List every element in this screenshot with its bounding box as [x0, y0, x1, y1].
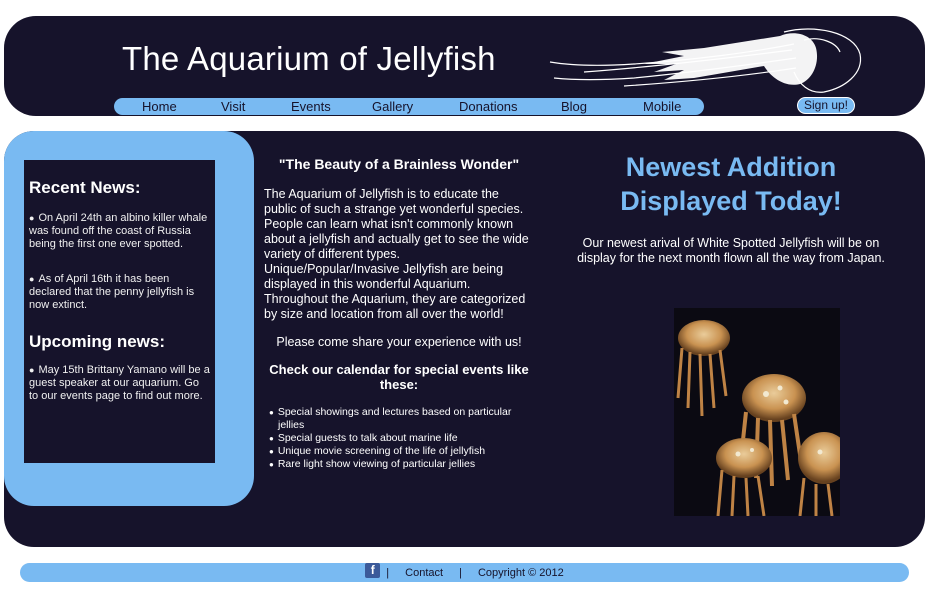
- bullet-icon: ●: [269, 447, 274, 456]
- events-list: ● Special showings and lectures based on …: [264, 406, 534, 471]
- nav-events[interactable]: Events: [291, 98, 331, 115]
- contact-link[interactable]: Contact: [405, 567, 443, 579]
- upcoming-news-heading: Upcoming news:: [29, 332, 166, 351]
- bullet-icon: ●: [269, 434, 274, 443]
- nav-gallery[interactable]: Gallery: [372, 98, 413, 115]
- news-panel: Recent News: ● On April 24th an albino ki…: [24, 160, 215, 463]
- facebook-icon[interactable]: f: [365, 563, 381, 578]
- nav-home[interactable]: Home: [142, 98, 177, 115]
- list-item: ● Rare light show viewing of particular j…: [266, 458, 534, 471]
- signup-button[interactable]: Sign up!: [797, 97, 855, 114]
- about-section: "The Beauty of a Brainless Wonder" The A…: [264, 156, 534, 471]
- bullet-icon: ●: [29, 274, 35, 284]
- bullet-icon: ●: [269, 460, 274, 469]
- footer-separator: |: [386, 567, 390, 579]
- about-title: "The Beauty of a Brainless Wonder": [278, 156, 520, 172]
- nav-mobile[interactable]: Mobile: [643, 98, 681, 115]
- bullet-icon: ●: [269, 408, 274, 417]
- news-item-text: As of April 16th it has been declared th…: [29, 273, 195, 311]
- jellyfish-logo-icon: [549, 28, 862, 93]
- share-text: Please come share your experience with u…: [276, 335, 522, 349]
- main-nav: Home Visit Events Gallery Donations Blog…: [114, 98, 704, 115]
- news-item-text: On April 24th an albino killer whale was…: [29, 212, 208, 250]
- footer-separator: |: [459, 567, 462, 579]
- list-item: ● Special showings and lectures based on …: [266, 406, 534, 432]
- jellyfish-photo: [674, 308, 840, 516]
- bullet-icon: ●: [29, 213, 35, 223]
- event-text: Special showings and lectures based on p…: [277, 406, 512, 431]
- event-text: Special guests to talk about marine life: [277, 432, 458, 444]
- site-title: The Aquarium of Jellyfish: [122, 40, 496, 77]
- event-text: Rare light show viewing of particular je…: [277, 458, 476, 470]
- nav-blog[interactable]: Blog: [561, 98, 587, 115]
- event-text: Unique movie screening of the life of je…: [277, 445, 486, 457]
- jellyfish-photo-illustration: [674, 308, 840, 516]
- site-header: The Aquarium of Jellyfish Home Visit Eve…: [4, 16, 925, 116]
- feature-text: Our newest arival of White Spotted Jelly…: [577, 236, 885, 265]
- bullet-icon: ●: [29, 365, 35, 375]
- copyright-text: Copyright © 2012: [477, 567, 564, 579]
- news-item-text: May 15th Brittany Yamano will be a guest…: [29, 364, 210, 402]
- recent-news-heading: Recent News:: [29, 178, 141, 197]
- feature-title: Newest Addition Displayed Today!: [620, 152, 842, 216]
- news-item: ● May 15th Brittany Yamano will be a gues…: [29, 364, 211, 403]
- nav-donations[interactable]: Donations: [459, 98, 518, 115]
- about-paragraph: The Aquarium of Jellyfish is to educate …: [264, 187, 529, 321]
- list-item: ● Special guests to talk about marine lif…: [266, 432, 534, 445]
- calendar-heading: Check our calendar for special events li…: [269, 362, 529, 392]
- site-footer: f | Contact | Copyright © 2012: [20, 563, 909, 582]
- list-item: ● Unique movie screening of the life of j…: [266, 445, 534, 458]
- news-item: ● On April 24th an albino killer whale wa…: [29, 212, 211, 251]
- feature-section: Newest Addition Displayed Today! Our new…: [566, 150, 896, 266]
- news-item: ● As of April 16th it has been declared t…: [29, 273, 211, 312]
- nav-visit[interactable]: Visit: [221, 98, 245, 115]
